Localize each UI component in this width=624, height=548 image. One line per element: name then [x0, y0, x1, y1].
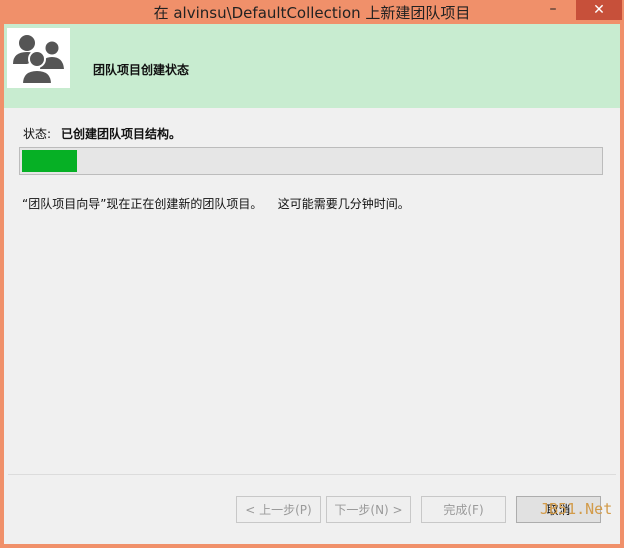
finish-button[interactable]: 完成(F)	[421, 496, 506, 523]
close-button[interactable]: ✕	[576, 0, 622, 20]
next-button[interactable]: 下一步(N) >	[326, 496, 411, 523]
progress-bar	[19, 147, 603, 175]
minimize-button[interactable]: –	[540, 0, 566, 20]
progress-fill	[22, 150, 77, 172]
footer-divider	[8, 474, 616, 475]
status-label: 状态:	[23, 127, 52, 141]
header-title: 团队项目创建状态	[93, 63, 190, 77]
status-value: 已创建团队项目结构。	[61, 127, 182, 141]
minimize-icon: –	[549, 1, 557, 17]
status-row: 状态: 已创建团队项目结构。	[23, 125, 181, 142]
dialog-client-area: 团队项目创建状态 状态: 已创建团队项目结构。 “团队项目向导”现在正在创建新的团…	[4, 24, 620, 544]
window-title: 在 alvinsu\DefaultCollection 上新建团队项目	[153, 4, 471, 22]
title-bar: 在 alvinsu\DefaultCollection 上新建团队项目 – ✕	[0, 0, 624, 24]
close-icon: ✕	[593, 2, 605, 18]
previous-button[interactable]: < 上一步(P)	[236, 496, 321, 523]
watermark: JB51.Net	[540, 500, 613, 518]
team-icon	[7, 28, 70, 88]
info-message: “团队项目向导”现在正在创建新的团队项目。 这可能需要几分钟时间。	[22, 197, 410, 211]
header-band: 团队项目创建状态	[4, 24, 620, 108]
